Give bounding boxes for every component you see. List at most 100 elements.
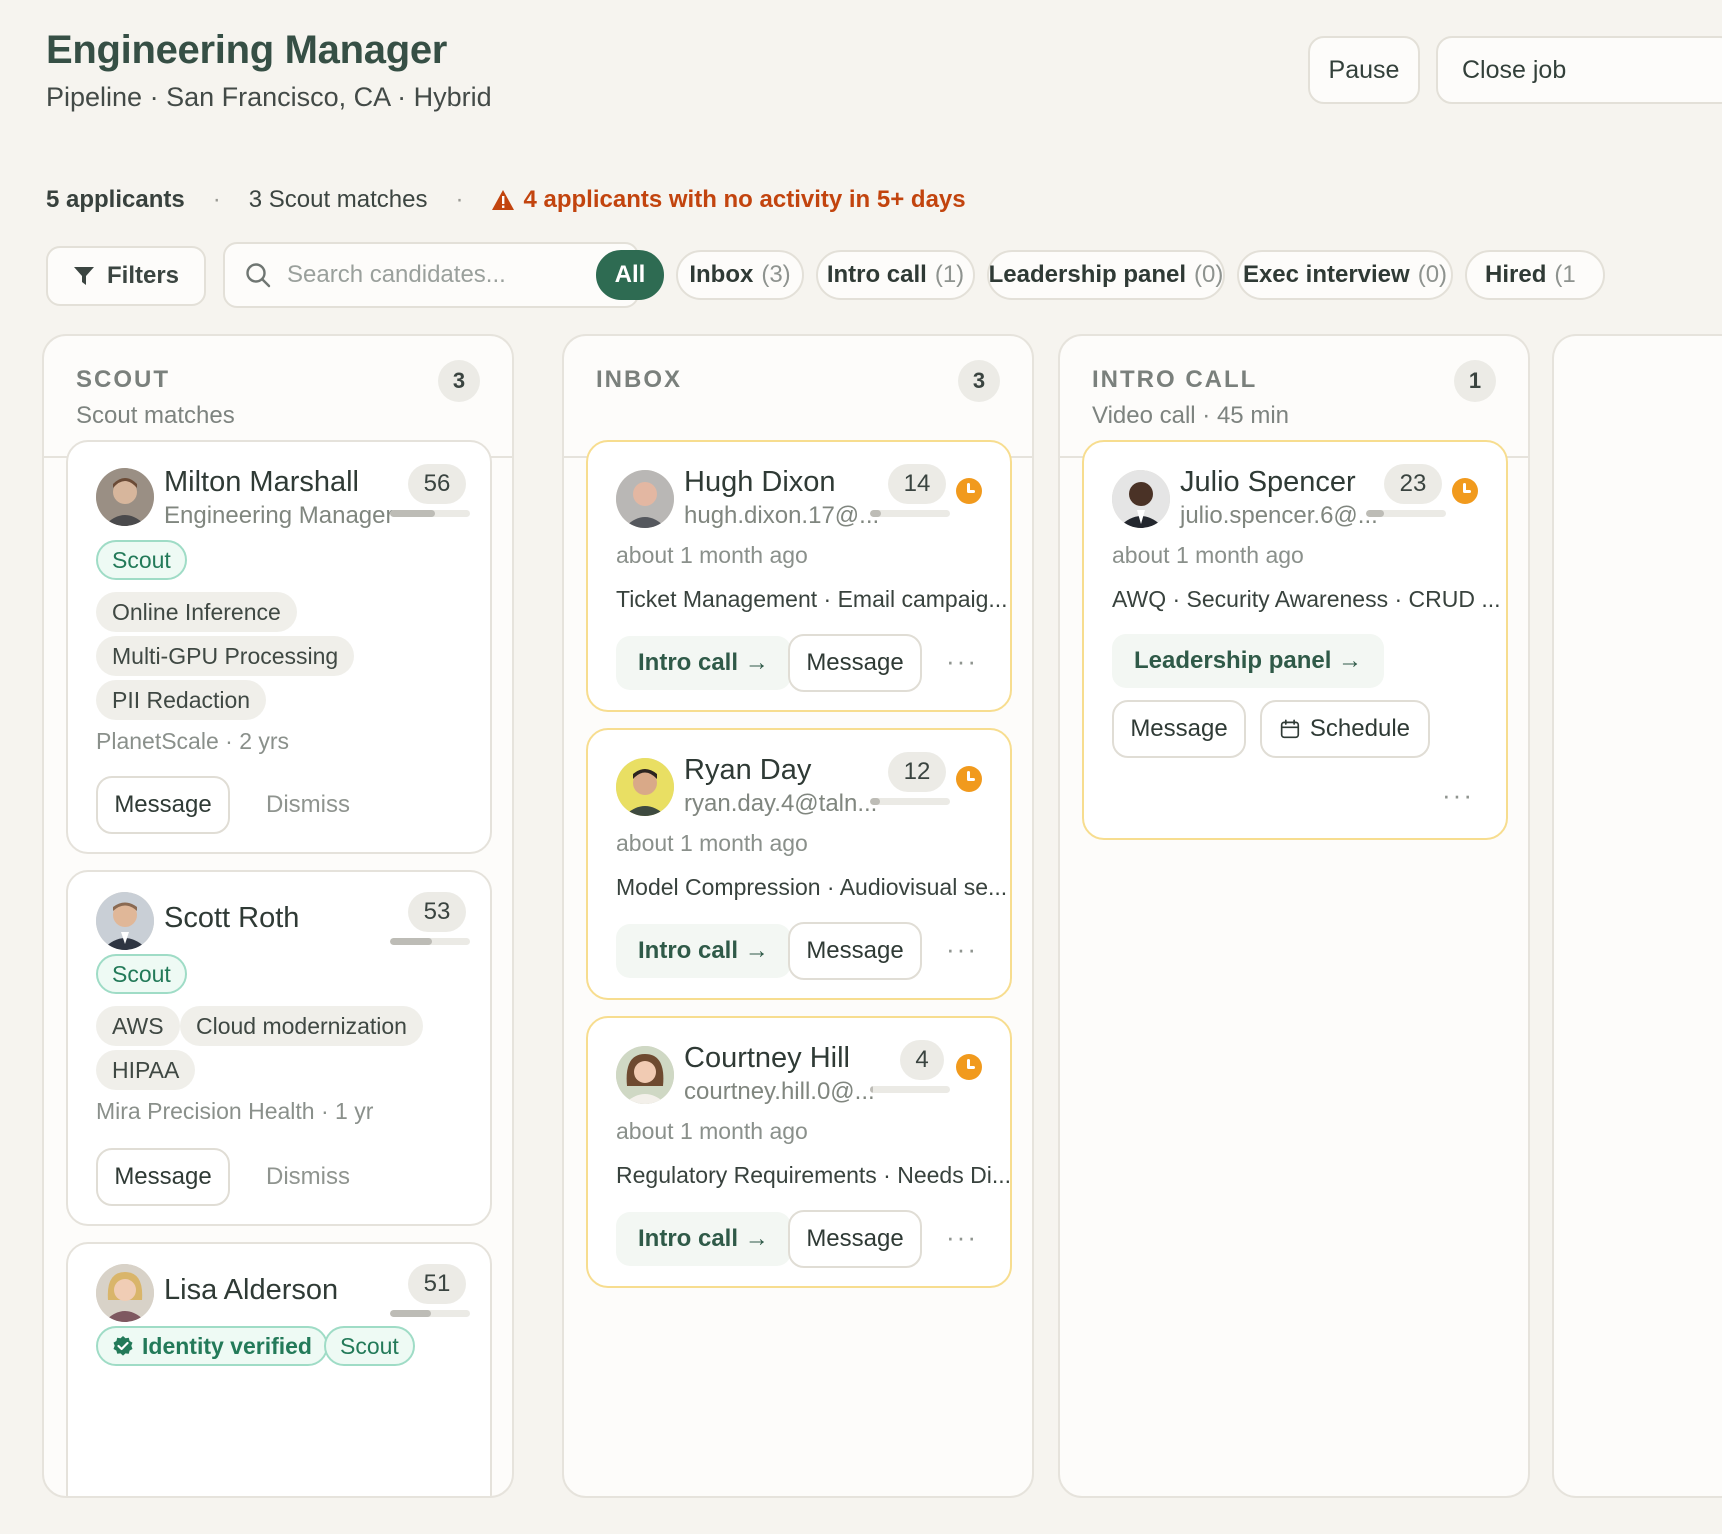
skill-tag: Online Inference [96, 592, 297, 632]
page-title: Engineering Manager [46, 28, 448, 72]
close-job-button[interactable]: Close job [1436, 36, 1722, 104]
separator-dot: · [455, 186, 464, 213]
column-inbox: INBOX 3 Hugh Dixon hugh.dixon.17@... 14 … [562, 334, 1034, 1498]
more-options-button[interactable]: ··· [946, 934, 978, 965]
tab-leadership-panel[interactable]: Leadership panel (0) [987, 250, 1225, 300]
match-score: 23 [1384, 464, 1442, 504]
applicants-count: 5 applicants [46, 186, 185, 213]
tab-count: (1) [934, 261, 965, 288]
candidate-card[interactable]: Scott Roth 53 Scout AWS Cloud modernizat… [66, 870, 492, 1226]
match-score-fill [390, 938, 433, 945]
tab-exec-interview[interactable]: Exec interview (0) [1237, 250, 1453, 300]
message-button[interactable]: Message [1112, 700, 1246, 758]
dismiss-button[interactable]: Dismiss [266, 776, 350, 834]
candidate-card[interactable]: Julio Spencer julio.spencer.6@... 23 abo… [1082, 440, 1508, 840]
advance-stage-button[interactable]: Intro call → [616, 1212, 791, 1266]
candidate-email: courtney.hill.0@... [684, 1078, 875, 1105]
more-options-button[interactable]: ··· [1442, 780, 1474, 811]
candidate-card[interactable]: Ryan Day ryan.day.4@taln... 12 about 1 m… [586, 728, 1012, 1000]
candidate-name[interactable]: Milton Marshall [164, 466, 359, 499]
tab-label: Intro call [826, 261, 927, 288]
column-title: INTRO CALL [1092, 366, 1258, 393]
tab-label: All [614, 261, 646, 288]
more-options-button[interactable]: ··· [946, 1222, 978, 1253]
column-title: INBOX [596, 366, 683, 393]
scout-badge: Scout [96, 954, 187, 994]
match-score-fill [870, 510, 882, 517]
filters-button[interactable]: Filters [46, 246, 206, 306]
tab-inbox[interactable]: Inbox (3) [676, 250, 804, 300]
funnel-icon [73, 267, 94, 285]
tab-label: Hired [1485, 261, 1547, 288]
candidate-card[interactable]: Milton Marshall Engineering Manager 56 S… [66, 440, 492, 854]
candidate-skills: Model Compression · Audiovisual se... [616, 874, 1008, 900]
column-subtitle: Scout matches [76, 402, 235, 429]
match-score-bar [1366, 510, 1446, 517]
advance-stage-button[interactable]: Intro call → [616, 636, 791, 690]
pipeline-page: Engineering Manager Pipeline · San Franc… [0, 0, 1722, 1534]
candidate-role: Engineering Manager [164, 502, 394, 529]
tab-hired[interactable]: Hired (1 [1465, 250, 1605, 300]
tab-count: (0) [1417, 261, 1448, 288]
tab-label: Exec interview [1242, 261, 1410, 288]
candidate-name[interactable]: Hugh Dixon [684, 466, 836, 499]
column-next [1552, 334, 1722, 1498]
candidate-name[interactable]: Courtney Hill [684, 1042, 850, 1075]
skill-tag: AWS [96, 1006, 180, 1046]
match-score-bar [870, 798, 950, 805]
candidate-card[interactable]: Courtney Hill courtney.hill.0@... 4 abou… [586, 1016, 1012, 1288]
message-button[interactable]: Message [788, 634, 922, 692]
tab-all[interactable]: All [596, 250, 664, 300]
clock-icon [956, 478, 982, 504]
avatar [96, 1264, 154, 1322]
candidate-company: Mira Precision Health · 1 yr [96, 1098, 374, 1124]
match-score-bar [390, 938, 470, 945]
candidate-name[interactable]: Ryan Day [684, 754, 811, 787]
avatar [616, 1046, 674, 1104]
match-score-fill [1366, 510, 1385, 517]
search-box[interactable] [223, 242, 639, 308]
skill-tag: HIPAA [96, 1050, 196, 1090]
filters-label: Filters [106, 262, 180, 289]
candidate-name[interactable]: Lisa Alderson [164, 1274, 338, 1307]
candidate-card[interactable]: Hugh Dixon hugh.dixon.17@... 14 about 1 … [586, 440, 1012, 712]
calendar-icon [1280, 719, 1300, 739]
match-score-fill [870, 1086, 874, 1093]
advance-stage-button[interactable]: Intro call → [616, 924, 791, 978]
candidate-name[interactable]: Scott Roth [164, 902, 299, 935]
schedule-button[interactable]: Schedule [1260, 700, 1430, 758]
match-score: 53 [408, 892, 466, 932]
match-score: 51 [408, 1264, 466, 1304]
dismiss-button[interactable]: Dismiss [266, 1148, 350, 1206]
message-button[interactable]: Message [96, 776, 230, 834]
message-button[interactable]: Message [96, 1148, 230, 1206]
last-activity: about 1 month ago [616, 830, 808, 856]
inactivity-warning[interactable]: 4 applicants with no activity in 5+ days [491, 186, 966, 214]
candidate-card[interactable]: Lisa Alderson 51 Identity verified Scout [66, 1242, 492, 1496]
candidate-name[interactable]: Julio Spencer [1180, 466, 1356, 499]
tab-count: (1 [1554, 261, 1576, 288]
match-score-bar [870, 510, 950, 517]
page-subtitle: Pipeline · San Francisco, CA · Hybrid [46, 82, 492, 112]
search-input[interactable] [287, 261, 607, 289]
stats-row: 5 applicants · 3 Scout matches · 4 appli… [46, 186, 966, 214]
match-score-bar [870, 1086, 950, 1093]
match-score: 56 [408, 464, 466, 504]
more-options-button[interactable]: ··· [946, 646, 978, 677]
candidate-company: PlanetScale · 2 yrs [96, 728, 290, 754]
column-scout: SCOUT Scout matches 3 Milton Marshall En… [42, 334, 514, 1498]
skill-tag: PII Redaction [96, 680, 267, 720]
identity-verified-badge: Identity verified [96, 1326, 328, 1366]
skill-tag: Multi-GPU Processing [96, 636, 355, 676]
tab-intro-call[interactable]: Intro call (1) [816, 250, 975, 300]
candidate-email: ryan.day.4@taln... [684, 790, 878, 817]
advance-stage-button[interactable]: Leadership panel → [1112, 634, 1385, 688]
candidate-email: hugh.dixon.17@... [684, 502, 880, 529]
message-button[interactable]: Message [788, 922, 922, 980]
avatar [616, 470, 674, 528]
candidate-skills: Regulatory Requirements · Needs Di... [616, 1162, 1011, 1188]
match-score-fill [390, 510, 435, 517]
message-button[interactable]: Message [788, 1210, 922, 1268]
tab-label: Leadership panel [988, 261, 1187, 288]
pause-button[interactable]: Pause [1308, 36, 1420, 104]
